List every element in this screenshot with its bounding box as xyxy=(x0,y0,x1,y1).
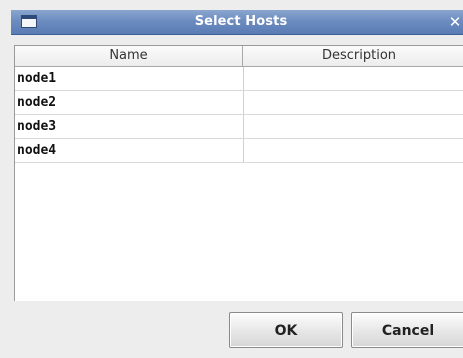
table-body: node1 node2 node3 node4 xyxy=(15,67,463,163)
column-header-description[interactable]: Description xyxy=(243,46,463,66)
host-name-cell: node4 xyxy=(17,143,57,158)
table-header: Name Description xyxy=(15,46,463,67)
table-row[interactable]: node3 xyxy=(15,115,463,139)
column-header-name[interactable]: Name xyxy=(15,46,243,66)
ok-button[interactable]: OK xyxy=(229,312,343,348)
title-bar[interactable]: Select Hosts ✕ xyxy=(11,10,463,35)
table-row[interactable]: node4 xyxy=(15,139,463,163)
host-name-cell: node2 xyxy=(17,95,57,110)
host-description-cell xyxy=(243,67,463,90)
table-row[interactable]: node2 xyxy=(15,91,463,115)
host-description-cell xyxy=(243,139,463,162)
close-icon[interactable]: ✕ xyxy=(447,13,463,31)
cancel-button[interactable]: Cancel xyxy=(351,312,463,348)
host-description-cell xyxy=(243,91,463,114)
host-description-cell xyxy=(243,115,463,138)
select-hosts-dialog: Select Hosts ✕ Name Description node1 no… xyxy=(0,0,463,358)
host-name-cell: node1 xyxy=(17,71,57,86)
dialog-title: Select Hosts xyxy=(194,14,288,29)
host-name-cell: node3 xyxy=(17,119,57,134)
hosts-table[interactable]: Name Description node1 node2 node3 node4 xyxy=(14,45,463,301)
table-row[interactable]: node1 xyxy=(15,67,463,91)
